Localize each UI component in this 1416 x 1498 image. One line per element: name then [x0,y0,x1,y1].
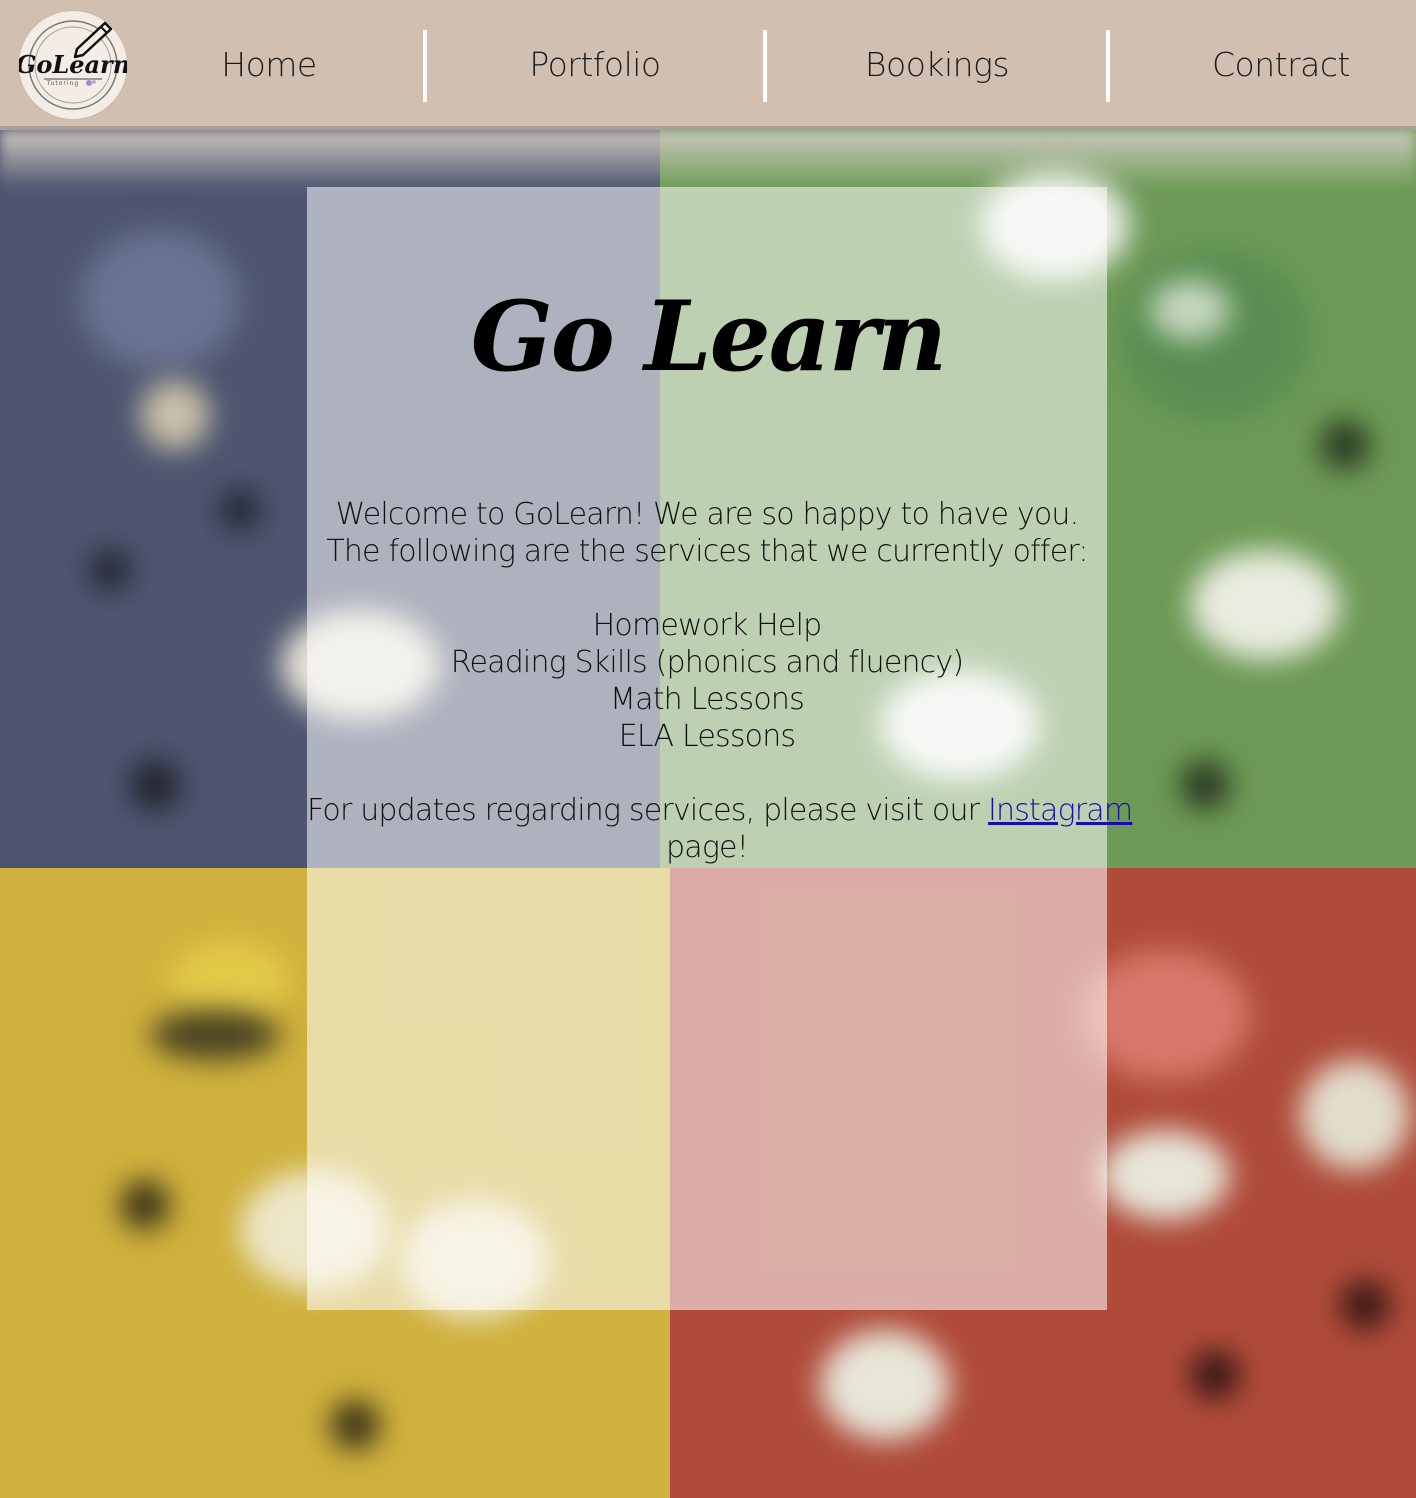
bg-blob [170,940,290,1020]
welcome-text: Welcome to GoLearn! We are so happy to h… [307,496,1107,570]
nav-divider [763,30,767,102]
nav-bookings[interactable]: Bookings [822,42,1052,88]
site-header: GoLearn Tutoring Home Portfolio Bookings… [0,0,1416,130]
bg-blob [220,490,260,530]
services-intro-line: The following are the services that we c… [326,534,1088,569]
nav-contract[interactable]: Contract [1166,42,1396,88]
bg-blob [330,1400,380,1450]
bg-blob [820,1330,950,1440]
updates-line: For updates regarding services, please v… [307,792,1133,829]
instagram-link[interactable]: Instagram [988,793,1133,828]
welcome-line: Welcome to GoLearn! We are so happy to h… [335,497,1080,532]
updates-suffix: page! [666,830,749,865]
bg-blob [1180,760,1230,810]
service-item: Reading Skills (phonics and fluency) [450,645,964,680]
page-title: Go Learn [470,280,948,393]
service-item: ELA Lessons [618,719,796,754]
nav-divider [423,30,427,102]
nav-divider [1106,30,1110,102]
nav-home[interactable]: Home [154,42,384,88]
bg-blob [150,1010,280,1060]
bg-blob [1190,550,1340,660]
logo-graphic: GoLearn Tutoring [19,20,127,110]
bg-blob [1320,420,1370,470]
bg-top-band [0,130,1416,190]
updates-prefix: For updates regarding services, please v… [307,793,988,828]
bg-blob [1300,1060,1410,1170]
service-item: Homework Help [592,608,823,643]
bg-blob [1190,1350,1240,1400]
golearn-logo[interactable]: GoLearn Tutoring [19,11,127,119]
bg-blob [90,550,130,590]
logo-wordmark: GoLearn [19,50,127,79]
bg-blob [1340,1280,1390,1330]
logo-tagline: Tutoring [46,80,79,87]
services-list: Homework Help Reading Skills (phonics an… [307,607,1107,755]
bg-blob [130,760,180,810]
updates-text: For updates regarding services, please v… [307,792,1133,866]
service-item: Math Lessons [610,682,805,717]
bg-blob [120,1180,170,1230]
nav-portfolio[interactable]: Portfolio [480,42,710,88]
bg-blob [1100,1130,1230,1220]
